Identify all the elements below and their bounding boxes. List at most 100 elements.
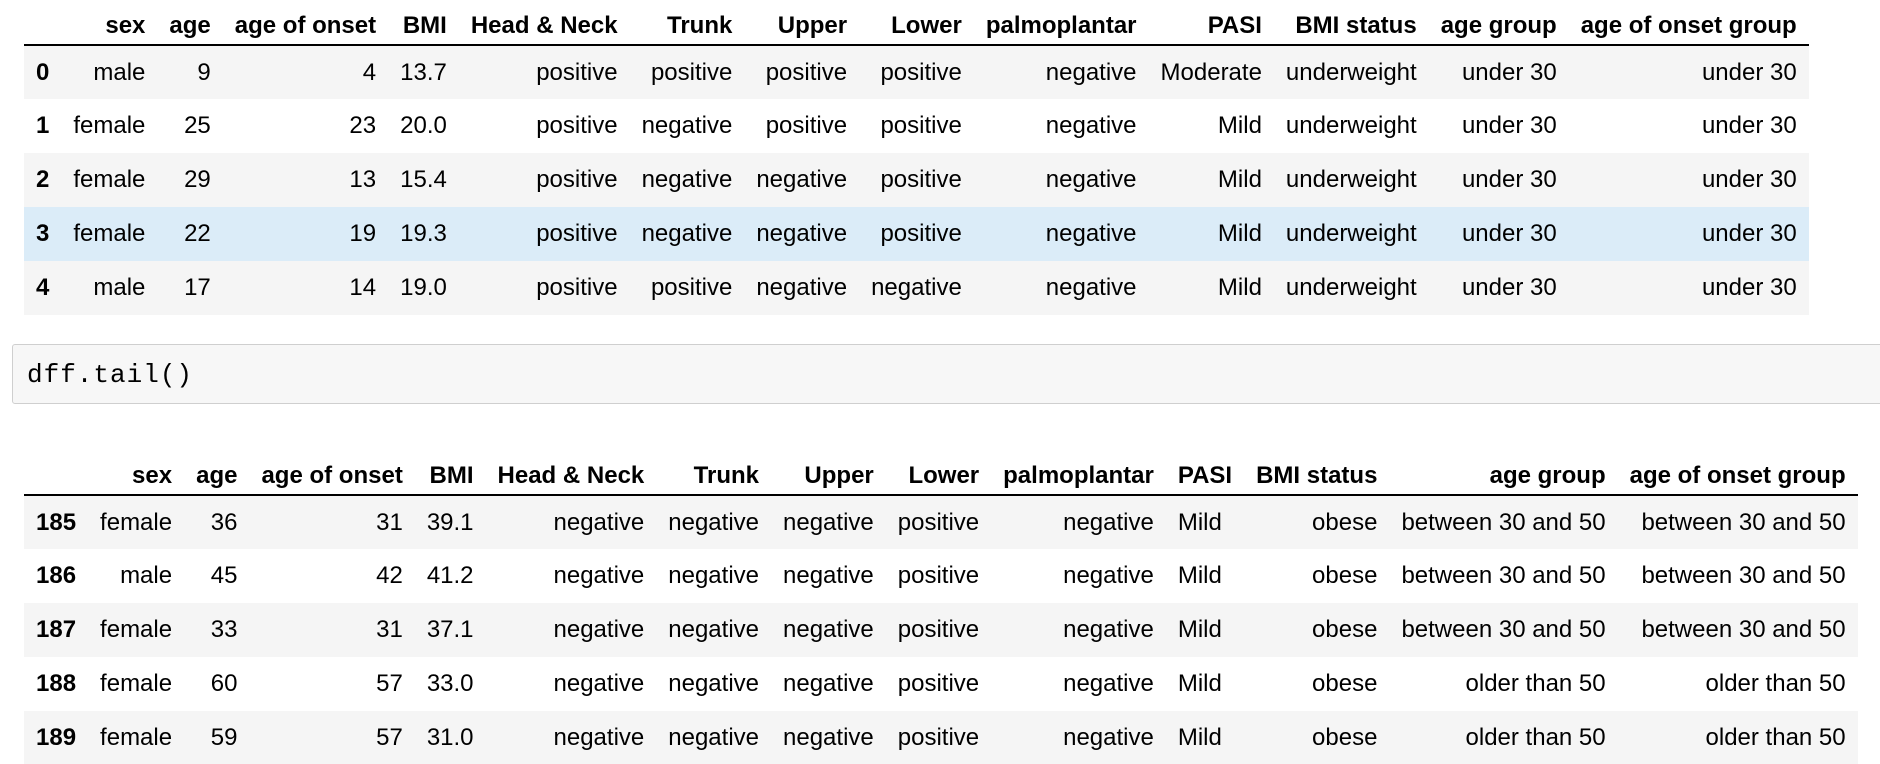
table-cell: underweight xyxy=(1285,220,1417,247)
column-header: Trunk xyxy=(629,0,745,46)
table-cell: negative xyxy=(783,562,874,589)
column-header: palmoplantar xyxy=(991,448,1166,496)
table-cell: 19.3 xyxy=(400,220,447,247)
table-cell: between 30 and 50 xyxy=(1641,508,1846,536)
table-cell: 31 xyxy=(376,508,403,536)
column-header: age group xyxy=(1428,0,1569,46)
table-cell: under 30 xyxy=(1461,220,1557,247)
column-header: Trunk xyxy=(656,448,772,496)
table-cell: 57 xyxy=(376,670,403,697)
table-row: 4 male 17 14 19.0 positive positive nega… xyxy=(24,261,1809,315)
table-cell: between 30 and 50 xyxy=(1641,616,1846,643)
row-index: 187 xyxy=(36,616,77,643)
table-cell: negative xyxy=(641,220,733,247)
code-text[interactable]: dff.tail() xyxy=(27,360,193,390)
table-cell: underweight xyxy=(1285,112,1417,139)
table-cell: under 30 xyxy=(1461,112,1557,139)
table-cell: negative xyxy=(1063,562,1154,589)
table-cell: negative xyxy=(641,112,733,139)
table-cell: 37.1 xyxy=(426,616,474,643)
table-cell: female xyxy=(73,112,146,139)
table-cell: negative xyxy=(756,274,848,301)
row-index: 189 xyxy=(36,724,77,751)
table-cell: Mild xyxy=(1217,166,1262,193)
column-header: age of onset group xyxy=(1568,0,1809,46)
table-cell: negative xyxy=(553,562,645,589)
table-row-hovered: 3 female 22 19 19.3 positive negative ne… xyxy=(24,207,1809,261)
table-cell: underweight xyxy=(1285,58,1417,86)
column-header: Upper xyxy=(771,448,886,496)
code-cell-input[interactable]: dff.tail() xyxy=(12,344,1880,404)
row-index: 185 xyxy=(36,508,77,536)
table-row: 2 female 29 13 15.4 positive negative ne… xyxy=(24,153,1809,207)
table-cell: Mild xyxy=(1217,112,1262,139)
table-cell: 57 xyxy=(376,724,403,751)
table-cell: under 30 xyxy=(1701,166,1797,193)
table-cell: 22 xyxy=(184,220,211,247)
table-cell: positive xyxy=(536,112,618,139)
column-header: age of onset xyxy=(249,448,415,496)
table-cell: female xyxy=(73,220,146,247)
row-index: 4 xyxy=(36,274,50,301)
row-index: 0 xyxy=(36,58,50,86)
table-cell: Mild xyxy=(1177,670,1222,697)
table-cell: positive xyxy=(765,58,848,86)
row-index: 2 xyxy=(36,166,50,193)
table-cell: negative xyxy=(553,616,645,643)
table-cell: Mild xyxy=(1217,274,1262,301)
table-cell: 39.1 xyxy=(426,508,474,536)
table-cell: 15.4 xyxy=(400,166,447,193)
table-cell: 42 xyxy=(376,562,403,589)
column-header: PASI xyxy=(1165,448,1245,496)
table-cell: 33.0 xyxy=(426,670,474,697)
column-header: Head & Neck xyxy=(458,0,630,46)
table-cell: 33 xyxy=(210,616,238,643)
row-index: 3 xyxy=(36,220,50,247)
table-cell: male xyxy=(93,274,146,301)
column-header: BMI status xyxy=(1273,0,1429,46)
table-cell: 31.0 xyxy=(426,724,474,751)
table-cell: female xyxy=(73,166,146,193)
column-header: age xyxy=(157,0,223,46)
table-cell: Mild xyxy=(1177,508,1222,536)
table-cell: 9 xyxy=(197,58,211,86)
column-header: palmoplantar xyxy=(973,0,1149,46)
table-cell: obese xyxy=(1312,508,1378,536)
table-cell: female xyxy=(100,616,173,643)
table-cell: older than 50 xyxy=(1465,724,1606,751)
column-header: PASI xyxy=(1148,0,1274,46)
table-cell: obese xyxy=(1312,724,1378,751)
table-cell: negative xyxy=(641,166,733,193)
table-cell: under 30 xyxy=(1461,58,1557,86)
table-cell: under 30 xyxy=(1701,274,1797,301)
table-row: 1 female 25 23 20.0 positive negative po… xyxy=(24,99,1809,153)
table-cell: positive xyxy=(880,220,962,247)
table-cell: positive xyxy=(897,616,980,643)
table-cell: older than 50 xyxy=(1705,670,1846,697)
column-header: BMI xyxy=(414,448,486,496)
table-cell: negative xyxy=(553,724,645,751)
table-header-row: sex age age of onset BMI Head & Neck Tru… xyxy=(24,0,1809,46)
table-cell: 25 xyxy=(184,112,211,139)
table-cell: 14 xyxy=(349,274,377,301)
table-cell: under 30 xyxy=(1701,220,1797,247)
table-cell: negative xyxy=(1045,112,1137,139)
table-cell: between 30 and 50 xyxy=(1401,562,1606,589)
table-cell: 20.0 xyxy=(400,112,447,139)
head-dataframe-table: sex age age of onset BMI Head & Neck Tru… xyxy=(24,0,1809,315)
table-row: 188 female 60 57 33.0 negative negative … xyxy=(24,657,1858,711)
table-cell: under 30 xyxy=(1701,58,1797,86)
table-cell: underweight xyxy=(1285,166,1417,193)
table-cell: 13.7 xyxy=(400,58,447,86)
index-header xyxy=(24,0,62,46)
table-cell: positive xyxy=(650,58,733,86)
table-cell: positive xyxy=(536,58,618,86)
table-cell: positive xyxy=(897,670,980,697)
table-cell: male xyxy=(120,562,173,589)
table-cell: 36 xyxy=(210,508,238,536)
table-cell: negative xyxy=(668,508,760,536)
table-header-row: sex age age of onset BMI Head & Neck Tru… xyxy=(24,448,1858,496)
table-cell: 13 xyxy=(349,166,377,193)
column-header: sex xyxy=(61,0,158,46)
table-cell: 60 xyxy=(210,670,238,697)
